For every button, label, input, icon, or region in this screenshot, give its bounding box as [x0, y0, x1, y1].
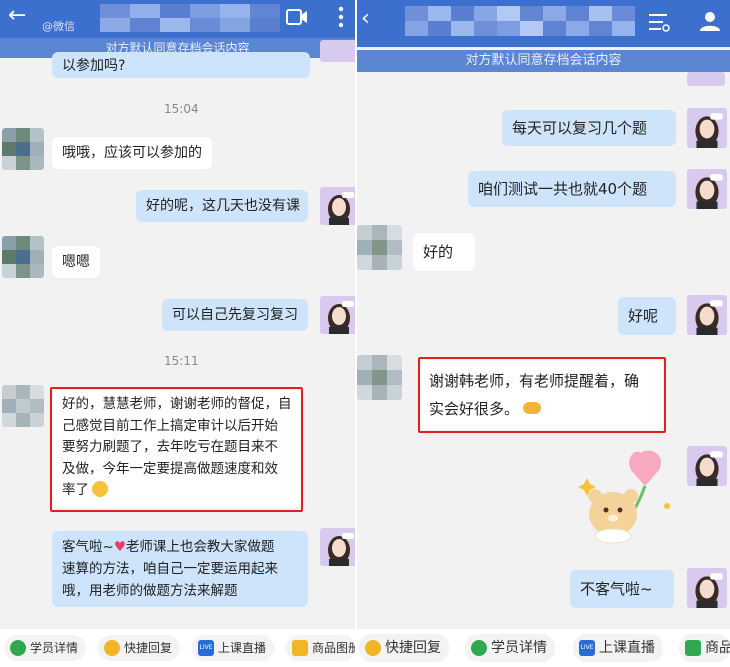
more-options-icon[interactable] [337, 5, 345, 29]
right-chat-panel: ‹ 对方默认同意存档会话内容 每天可以复习几个题 咱们测试一共也就40个题 好的… [357, 0, 730, 667]
student-details-button[interactable]: 学员详情 [4, 635, 87, 661]
button-label: 商品 [705, 640, 730, 656]
student-avatar-blurred[interactable] [2, 128, 44, 170]
live-class-button[interactable]: LIVE 上课直播 [573, 634, 663, 662]
student-avatar-blurred[interactable] [357, 355, 402, 400]
video-call-icon[interactable] [286, 8, 308, 26]
filter-settings-icon[interactable] [648, 12, 670, 32]
teacher-avatar[interactable] [320, 296, 355, 334]
button-label: 上课直播 [599, 640, 655, 656]
message-text: 每天可以复习几个题 [512, 119, 648, 137]
student-avatar-blurred[interactable] [2, 236, 44, 278]
message-line: 客气啦~ [62, 539, 114, 555]
button-label: 商品图册 [312, 641, 355, 655]
button-label: 上课直播 [218, 641, 267, 655]
product-gallery-button[interactable]: 商品 [679, 634, 730, 662]
teacher-avatar[interactable] [320, 40, 355, 62]
button-label: 快捷回复 [124, 641, 173, 655]
teacher-avatar[interactable] [320, 187, 355, 225]
heart-icon: ♥ [113, 539, 126, 555]
message-text: 咱们测试一共也就40个题 [478, 180, 648, 198]
message-bubble-out[interactable]: 以参加吗? [52, 52, 310, 78]
message-text: 好的 [423, 243, 454, 261]
message-bubble-out-long[interactable]: 客气啦~♥老师课上也会教大家做题 速算的方法，咱自己一定要运用起来 哦，用老师的… [52, 531, 308, 607]
message-text: 可以自己先复习复习 [172, 307, 298, 323]
message-bubble-out[interactable]: 好呢 [618, 297, 676, 335]
message-bubble-in[interactable]: 嗯嗯 [52, 246, 100, 278]
profile-icon[interactable] [699, 10, 721, 32]
live-icon: LIVE [198, 640, 214, 656]
message-text: 不客气啦~ [580, 580, 653, 598]
quick-reply-icon [104, 640, 120, 656]
live-icon: LIVE [579, 640, 595, 656]
teacher-avatar[interactable] [687, 446, 727, 486]
header-subtitle: @微信 [42, 20, 75, 33]
message-text: 嗯嗯 [62, 254, 90, 270]
teacher-avatar[interactable] [687, 72, 725, 86]
archive-notice: 对方默认同意存档会话内容 [357, 50, 730, 72]
message-bubble-out[interactable]: 每天可以复习几个题 [502, 110, 676, 146]
student-avatar-blurred[interactable] [2, 385, 44, 427]
message-bubble-in[interactable]: 哦哦，应该可以参加的 [52, 137, 212, 169]
message-bubble-out[interactable]: 可以自己先复习复习 [162, 299, 308, 331]
user-icon [471, 640, 487, 656]
teacher-avatar[interactable] [687, 108, 727, 148]
left-chat-panel: ← @微信 对方默认同意存档会话内容 以参加吗? 15:04 哦哦，应该可以参加… [0, 0, 355, 667]
product-gallery-button[interactable]: 商品图册 [286, 635, 355, 661]
teacher-avatar[interactable] [687, 169, 727, 209]
message-line: 哦，用老师的做题方法来解题 [62, 583, 238, 599]
message-bubble-in[interactable]: 好的 [413, 233, 475, 271]
blurred-contact-name [100, 4, 280, 32]
user-icon [10, 640, 26, 656]
message-line: 速算的方法，咱自己一定要运用起来 [62, 561, 278, 577]
message-line: 老师课上也会教大家做题 [125, 539, 275, 555]
left-toolbar: 学员详情 快捷回复 LIVE 上课直播 商品图册 [0, 629, 355, 667]
highlight-box [50, 387, 303, 512]
back-arrow-icon[interactable]: ‹ [361, 6, 370, 31]
message-bubble-out[interactable]: 好的呢，这几天也没有课 [136, 190, 308, 222]
student-details-button[interactable]: 学员详情 [465, 634, 555, 662]
right-toolbar: 快捷回复 学员详情 LIVE 上课直播 商品 [357, 629, 730, 667]
right-header: ‹ [357, 0, 730, 47]
left-header: ← @微信 [0, 0, 355, 38]
highlight-box [418, 357, 666, 433]
teacher-avatar[interactable] [687, 295, 727, 335]
quick-reply-button[interactable]: 快捷回复 [98, 635, 181, 661]
message-text: 哦哦，应该可以参加的 [62, 145, 202, 161]
student-avatar-blurred[interactable] [357, 225, 402, 270]
live-class-button[interactable]: LIVE 上课直播 [192, 635, 275, 661]
teacher-avatar[interactable] [320, 528, 355, 566]
message-bubble-out[interactable]: 咱们测试一共也就40个题 [468, 171, 676, 207]
blurred-contact-name [405, 6, 635, 36]
quick-reply-button[interactable]: 快捷回复 [359, 634, 449, 662]
gallery-icon [685, 640, 701, 656]
message-text: 好的呢，这几天也没有课 [146, 198, 300, 214]
teacher-avatar[interactable] [687, 568, 727, 608]
button-label: 学员详情 [491, 640, 547, 656]
bear-heart-sticker[interactable] [579, 448, 679, 548]
message-bubble-out[interactable]: 不客气啦~ [570, 570, 674, 608]
button-label: 学员详情 [30, 641, 79, 655]
message-text: 以参加吗? [62, 58, 126, 74]
gallery-icon [292, 640, 308, 656]
timestamp: 15:04 [164, 102, 199, 116]
timestamp: 15:11 [164, 354, 199, 368]
back-arrow-icon[interactable]: ← [8, 3, 26, 28]
quick-reply-icon [365, 640, 381, 656]
message-text: 好呢 [628, 307, 659, 325]
button-label: 快捷回复 [385, 640, 441, 656]
